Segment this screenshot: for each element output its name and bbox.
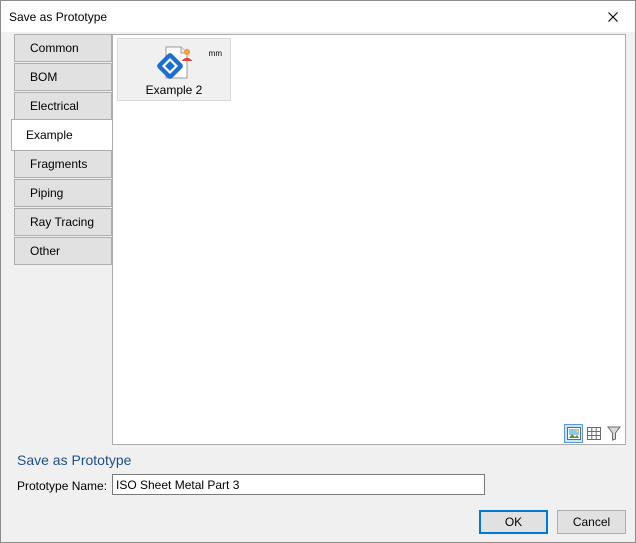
close-button[interactable] <box>591 1 635 32</box>
close-icon <box>608 11 618 22</box>
unit-label: mm <box>208 49 222 58</box>
tab-other[interactable]: Other <box>14 237 112 265</box>
ok-button[interactable]: OK <box>479 510 548 534</box>
grid-view-icon <box>586 427 601 440</box>
tab-electrical[interactable]: Electrical <box>14 92 112 120</box>
tab-ray-tracing[interactable]: Ray Tracing <box>14 208 112 236</box>
grid-view-button[interactable] <box>584 424 603 443</box>
save-as-prototype-dialog: Save as Prototype Common BOM Electrical … <box>0 0 636 543</box>
tab-common[interactable]: Common <box>14 34 112 62</box>
prototype-document-icon <box>157 46 193 79</box>
prototype-item[interactable]: mm Example 2 <box>117 38 231 101</box>
thumbnail-view-button[interactable] <box>564 424 583 443</box>
filter-icon <box>606 426 621 441</box>
thumbnail-view-icon <box>566 427 581 440</box>
prototype-item-label: Example 2 <box>145 83 203 97</box>
filter-button[interactable] <box>604 424 623 443</box>
cancel-button[interactable]: Cancel <box>557 510 626 534</box>
tab-example[interactable]: Example <box>11 119 112 151</box>
prototype-name-label: Prototype Name: <box>17 479 108 493</box>
tab-piping[interactable]: Piping <box>14 179 112 207</box>
window-title: Save as Prototype <box>9 10 108 24</box>
title-bar: Save as Prototype <box>1 1 635 32</box>
tab-fragments[interactable]: Fragments <box>14 150 112 178</box>
tab-bom[interactable]: BOM <box>14 63 112 91</box>
prototype-list-panel: mm Example 2 <box>112 34 626 445</box>
section-title: Save as Prototype <box>17 452 132 468</box>
prototype-name-input[interactable] <box>112 474 485 495</box>
